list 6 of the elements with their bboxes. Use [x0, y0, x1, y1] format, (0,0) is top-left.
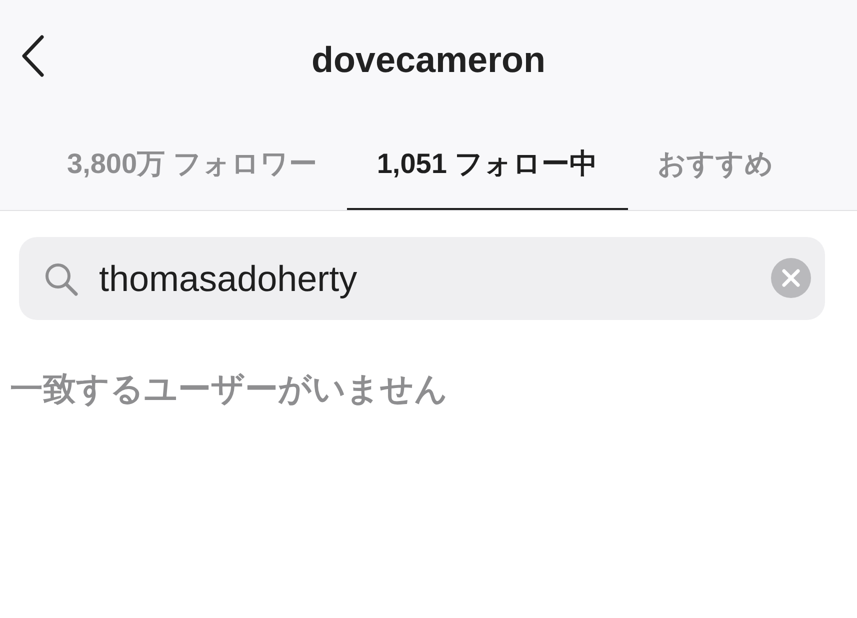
back-button[interactable]	[20, 34, 46, 78]
profile-title: dovecameron	[311, 38, 546, 82]
search-field[interactable]: thomasadoherty	[19, 237, 825, 320]
no-results-message: 一致するユーザーがいません	[10, 369, 449, 409]
back-icon	[20, 34, 46, 78]
tab[interactable]: 1,051 フォロー中	[346, 120, 628, 210]
